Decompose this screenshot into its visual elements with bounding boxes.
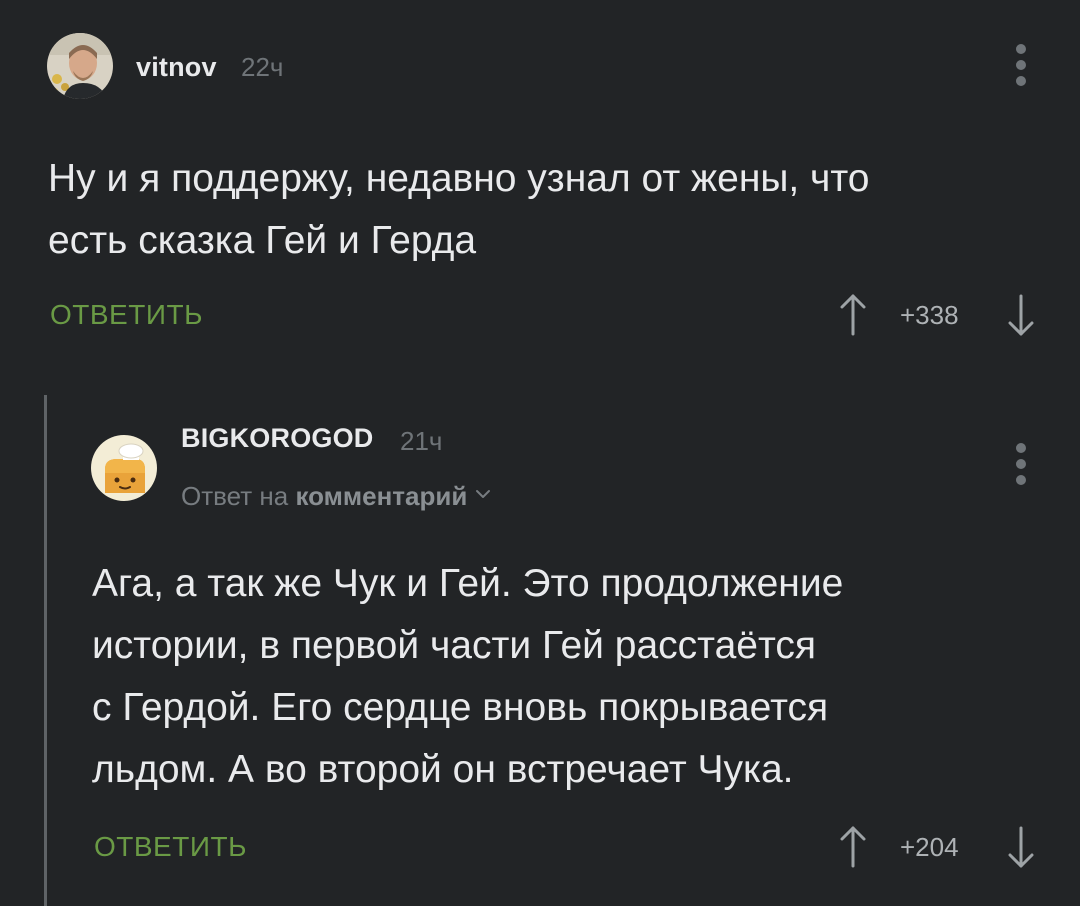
cartoon-avatar-icon [91,435,157,501]
avatar[interactable] [91,435,157,501]
comment-text: Ага, а так же Чук и Гей. Это продолжение… [92,562,844,791]
comment-reply: BIGKOROGOD 21ч Ответ на комментарий Ага,… [0,395,1080,906]
reply-to-prefix: Ответ на [181,481,289,511]
comment: vitnov 22ч Ну и я поддержу, недавно узна… [0,0,1080,360]
avatar[interactable] [47,33,113,99]
comment-time: 22ч [241,52,284,82]
vote-score: +204 [900,832,959,862]
author-name[interactable]: BIGKOROGOD [181,423,374,454]
more-options-icon[interactable] [1014,443,1028,487]
upvote-arrow-icon[interactable] [838,822,868,872]
downvote-arrow-icon[interactable] [1006,822,1036,872]
downvote-arrow-icon[interactable] [1006,290,1036,340]
reply-button[interactable]: ОТВЕТИТЬ [50,299,203,331]
vote-score: +338 [900,300,959,330]
reply-button[interactable]: ОТВЕТИТЬ [94,831,247,863]
comment-text: Ну и я поддержу, недавно узнал от жены, … [48,157,870,262]
upvote-arrow-icon[interactable] [838,290,868,340]
comment-time: 21ч [400,426,443,456]
author-name[interactable]: vitnov [136,52,217,83]
chevron-down-icon [476,490,491,499]
user-photo-avatar-icon [47,33,113,99]
reply-to-target[interactable]: комментарий [295,481,467,511]
reply-to-link[interactable]: Ответ на комментарий [181,481,491,512]
more-options-icon[interactable] [1014,44,1028,88]
